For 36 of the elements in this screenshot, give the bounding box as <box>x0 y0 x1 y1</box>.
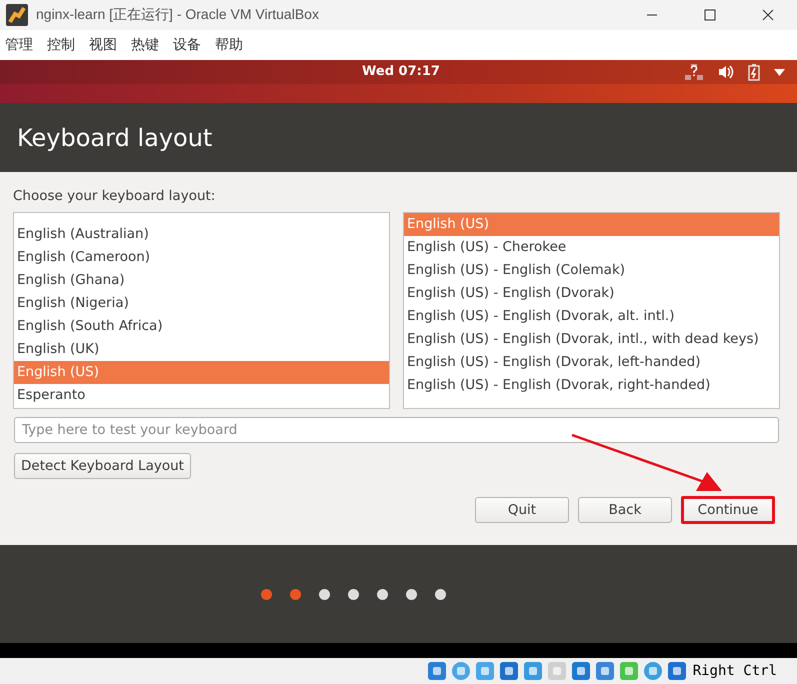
variant-item[interactable]: English (US) - Cherokee <box>404 236 779 259</box>
variant-item[interactable]: English (US) - English (Dvorak, alt. intl.) <box>404 305 779 328</box>
test-field[interactable]: Type here to test your keyboard <box>14 417 779 443</box>
back-button[interactable]: Back <box>578 497 672 523</box>
app-icon <box>6 4 28 26</box>
dropdown-icon[interactable] <box>774 68 785 76</box>
menu-item[interactable]: 管理 <box>5 36 33 54</box>
variant-item[interactable]: English (US) - English (Dvorak, left-handed) <box>404 351 779 374</box>
window-title: nginx-learn [正在运行] - Oracle VM VirtualBox <box>36 6 320 24</box>
layout-item[interactable]: Esperanto <box>14 384 389 407</box>
battery-icon[interactable] <box>748 64 760 80</box>
layout-item[interactable]: English (Cameroon) <box>14 246 389 269</box>
quit-button[interactable]: Quit <box>475 497 569 523</box>
layout-item[interactable]: English (South Africa) <box>14 315 389 338</box>
prompt-label: Choose your keyboard layout: <box>13 188 216 206</box>
maximize-icon[interactable] <box>704 9 716 21</box>
variant-item[interactable]: English (US) - English (Dvorak, intl., with dead keys) <box>404 328 779 351</box>
clock[interactable]: Wed 07:17 <box>362 64 440 79</box>
detect-button[interactable]: Detect Keyboard Layout <box>14 453 191 479</box>
page-title: Keyboard layout <box>17 124 212 152</box>
variant-item[interactable]: English (US) - English (Dvorak) <box>404 282 779 305</box>
layout-item[interactable]: English (Nigeria) <box>14 292 389 315</box>
menu-item[interactable]: 设备 <box>173 36 201 54</box>
menu-item[interactable]: 控制 <box>47 36 75 54</box>
layout-item[interactable]: English (Ghana) <box>14 269 389 292</box>
volume-icon[interactable] <box>718 65 734 79</box>
variant-item[interactable]: English (US) - English (Colemak) <box>404 259 779 282</box>
menu-item[interactable]: 视图 <box>89 36 117 54</box>
layout-item[interactable]: English (Australian) <box>14 223 389 246</box>
layout-item[interactable]: English (UK) <box>14 338 389 361</box>
continue-button[interactable]: Continue <box>681 496 775 524</box>
variant-item[interactable]: English (US) - English (Dvorak, right-handed) <box>404 374 779 397</box>
menu-item[interactable]: 帮助 <box>215 36 243 54</box>
menu-item[interactable]: 热键 <box>131 36 159 54</box>
close-icon[interactable] <box>762 9 774 21</box>
host-key-label: Right Ctrl <box>692 663 777 679</box>
